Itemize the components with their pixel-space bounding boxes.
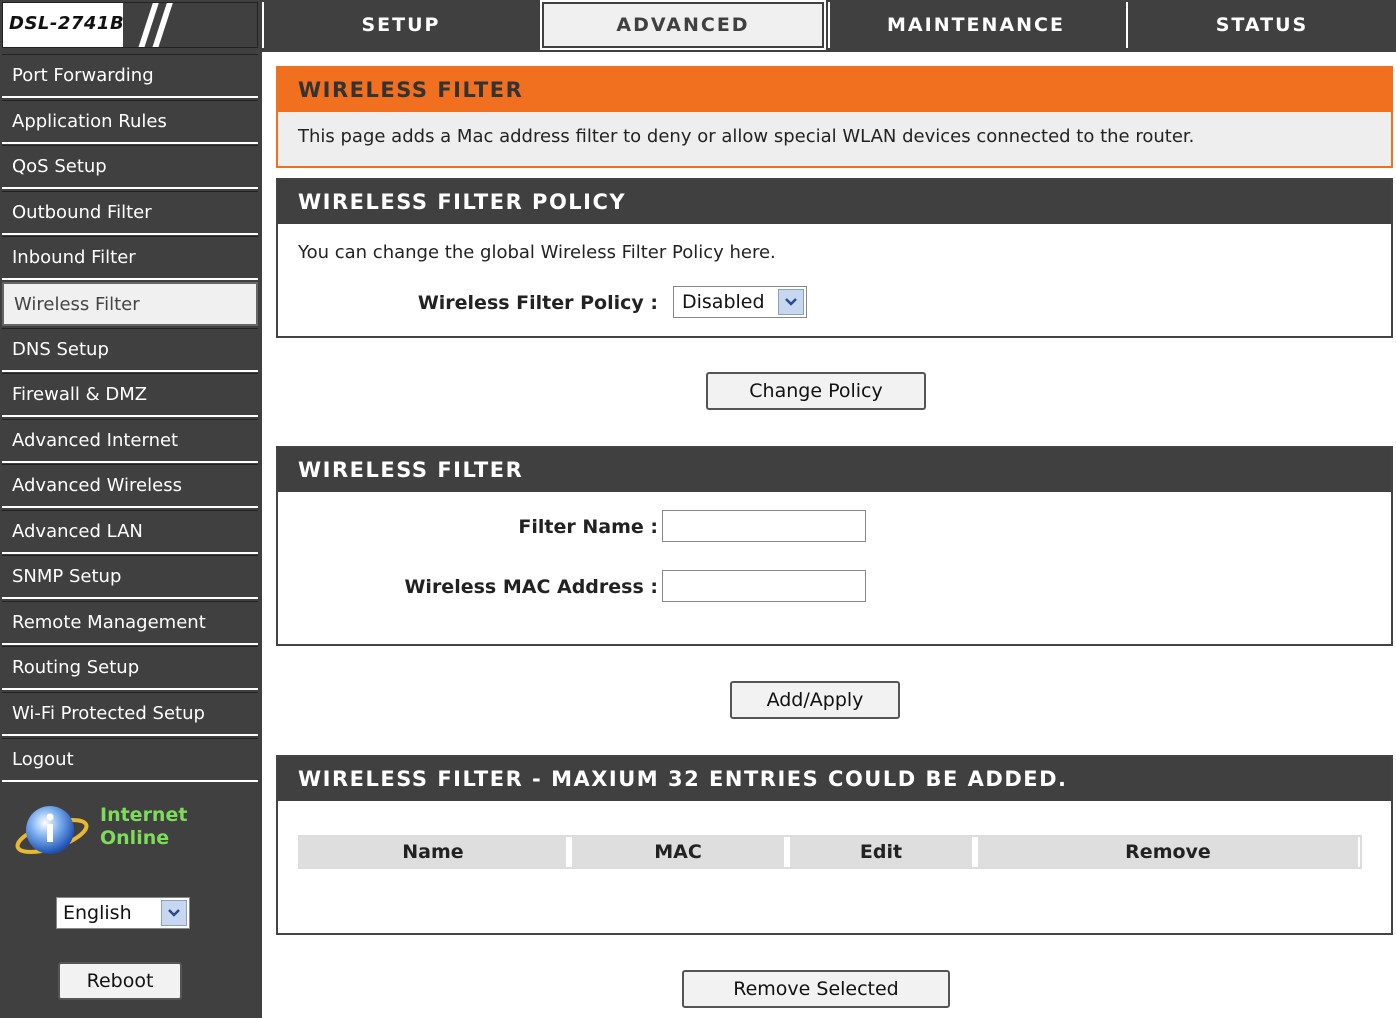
policy-section: WIRELESS FILTER POLICY You can change th… [276, 178, 1393, 338]
sidebar-item-advanced-wireless[interactable]: Advanced Wireless [2, 464, 258, 508]
dlink-logo: DSL-2741B [2, 2, 258, 48]
sidebar-item-port-forwarding[interactable]: Port Forwarding [2, 54, 258, 98]
sidebar-item-wifi-protected-setup[interactable]: Wi-Fi Protected Setup [2, 692, 258, 736]
column-header-name: Name [300, 837, 566, 867]
internet-status-block: Internet Online [14, 802, 244, 872]
internet-status-text: Internet Online [100, 804, 188, 849]
sidebar-item-dns-setup[interactable]: DNS Setup [2, 328, 258, 372]
reboot-button[interactable]: Reboot [58, 962, 182, 1000]
top-nav-bar: DSL-2741B SETUP ADVANCED MAINTENANCE STA… [0, 0, 1396, 52]
change-policy-button[interactable]: Change Policy [706, 372, 926, 410]
chevron-down-icon [778, 289, 804, 315]
filter-name-input[interactable] [662, 510, 866, 542]
language-select[interactable]: English [56, 897, 190, 929]
add-apply-button[interactable]: Add/Apply [730, 681, 900, 719]
tab-maintenance[interactable]: MAINTENANCE [828, 2, 1122, 48]
filter-list-title: WIRELESS FILTER - MAXIUM 32 ENTRIES COUL… [278, 757, 1391, 801]
filter-form-section: WIRELESS FILTER Filter Name : Wireless M… [276, 446, 1393, 646]
sidebar-item-logout[interactable]: Logout [2, 738, 258, 782]
tab-setup[interactable]: SETUP [262, 2, 538, 48]
policy-title: WIRELESS FILTER POLICY [278, 180, 1391, 224]
logo-slashes [123, 3, 257, 47]
policy-select[interactable]: Disabled [673, 286, 807, 318]
column-header-remove: Remove [978, 837, 1358, 867]
sidebar-item-routing-setup[interactable]: Routing Setup [2, 646, 258, 690]
mac-address-label: Wireless MAC Address : [404, 576, 658, 598]
intro-title: WIRELESS FILTER [278, 68, 1391, 112]
sidebar-item-snmp-setup[interactable]: SNMP Setup [2, 555, 258, 599]
sidebar-item-qos-setup[interactable]: QoS Setup [2, 145, 258, 189]
intro-description: This page adds a Mac address filter to d… [298, 126, 1195, 147]
policy-description: You can change the global Wireless Filte… [298, 242, 776, 263]
intro-section: WIRELESS FILTER This page adds a Mac add… [276, 66, 1393, 168]
remove-selected-button[interactable]: Remove Selected [682, 970, 950, 1008]
sidebar: Port Forwarding Application Rules QoS Se… [0, 52, 262, 1018]
filter-list-section: WIRELESS FILTER - MAXIUM 32 ENTRIES COUL… [276, 755, 1393, 935]
model-name: DSL-2741B [9, 13, 125, 34]
policy-value: Disabled [682, 291, 765, 313]
column-header-mac: MAC [572, 837, 784, 867]
sidebar-item-application-rules[interactable]: Application Rules [2, 100, 258, 144]
info-globe-icon [15, 806, 89, 854]
sidebar-item-wireless-filter[interactable]: Wireless Filter [2, 282, 258, 326]
sidebar-item-remote-management[interactable]: Remote Management [2, 601, 258, 645]
language-value: English [63, 902, 132, 924]
sidebar-item-inbound-filter[interactable]: Inbound Filter [2, 236, 258, 280]
mac-address-input[interactable] [662, 570, 866, 602]
filter-name-label: Filter Name : [518, 516, 658, 538]
policy-label: Wireless Filter Policy : [417, 292, 658, 314]
sidebar-item-firewall-dmz[interactable]: Firewall & DMZ [2, 373, 258, 417]
sidebar-item-outbound-filter[interactable]: Outbound Filter [2, 191, 258, 235]
sidebar-item-advanced-internet[interactable]: Advanced Internet [2, 419, 258, 463]
chevron-down-icon [161, 900, 187, 926]
tab-advanced[interactable]: ADVANCED [540, 0, 826, 50]
filter-table: Name MAC Edit Remove [298, 835, 1362, 869]
sidebar-item-advanced-lan[interactable]: Advanced LAN [2, 510, 258, 554]
tab-status[interactable]: STATUS [1126, 2, 1396, 48]
filter-form-title: WIRELESS FILTER [278, 448, 1391, 492]
column-header-edit: Edit [790, 837, 972, 867]
